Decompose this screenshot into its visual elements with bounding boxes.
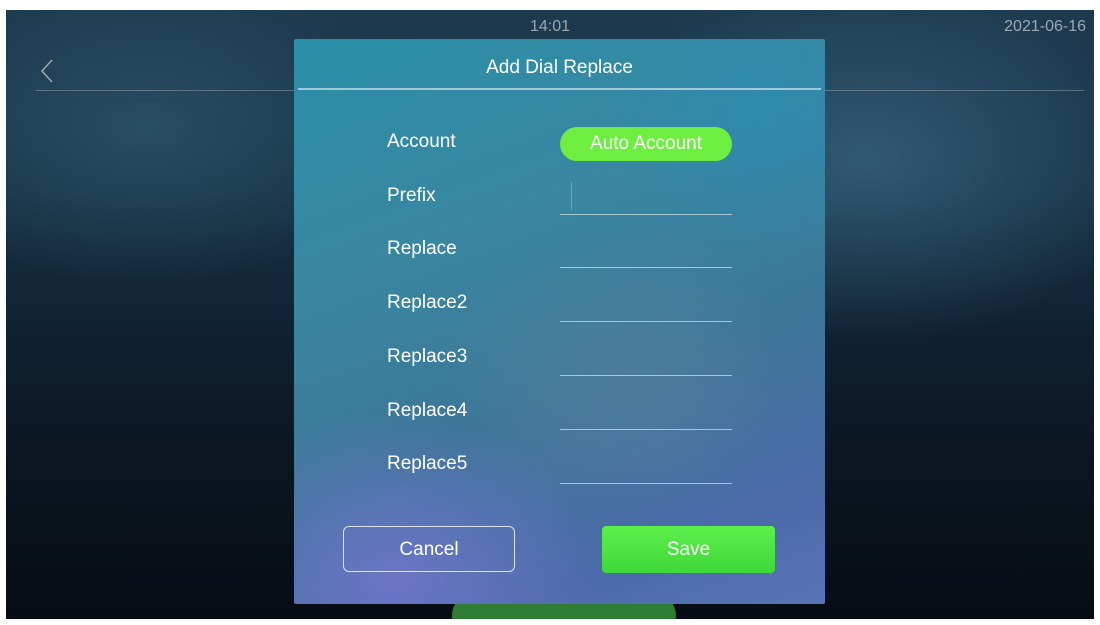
- add-dial-replace-dialog: Add Dial Replace Account Auto Account Pr…: [294, 39, 825, 604]
- status-date: 2021-06-16: [1004, 18, 1086, 35]
- replace4-label: Replace4: [387, 400, 468, 421]
- dialog-title: Add Dial Replace: [486, 57, 633, 78]
- title-divider: [298, 88, 821, 90]
- chevron-left-icon: [40, 59, 53, 83]
- replace5-input[interactable]: [560, 447, 732, 484]
- account-selector[interactable]: Auto Account: [560, 127, 732, 161]
- replace2-label: Replace2: [387, 292, 468, 313]
- replace-label: Replace: [387, 238, 457, 259]
- prefix-input[interactable]: [560, 178, 732, 215]
- replace2-input[interactable]: [560, 285, 732, 322]
- prefix-label: Prefix: [387, 185, 436, 206]
- replace4-input[interactable]: [560, 393, 732, 430]
- status-time: 14:01: [529, 18, 571, 35]
- replace5-label: Replace5: [387, 453, 468, 474]
- text-cursor: [571, 182, 572, 210]
- back-button[interactable]: [36, 56, 60, 86]
- replace3-label: Replace3: [387, 346, 468, 367]
- replace3-input[interactable]: [560, 339, 732, 376]
- account-label: Account: [387, 131, 456, 152]
- save-button[interactable]: Save: [602, 526, 775, 573]
- replace-input[interactable]: [560, 231, 732, 268]
- cancel-button[interactable]: Cancel: [343, 526, 515, 572]
